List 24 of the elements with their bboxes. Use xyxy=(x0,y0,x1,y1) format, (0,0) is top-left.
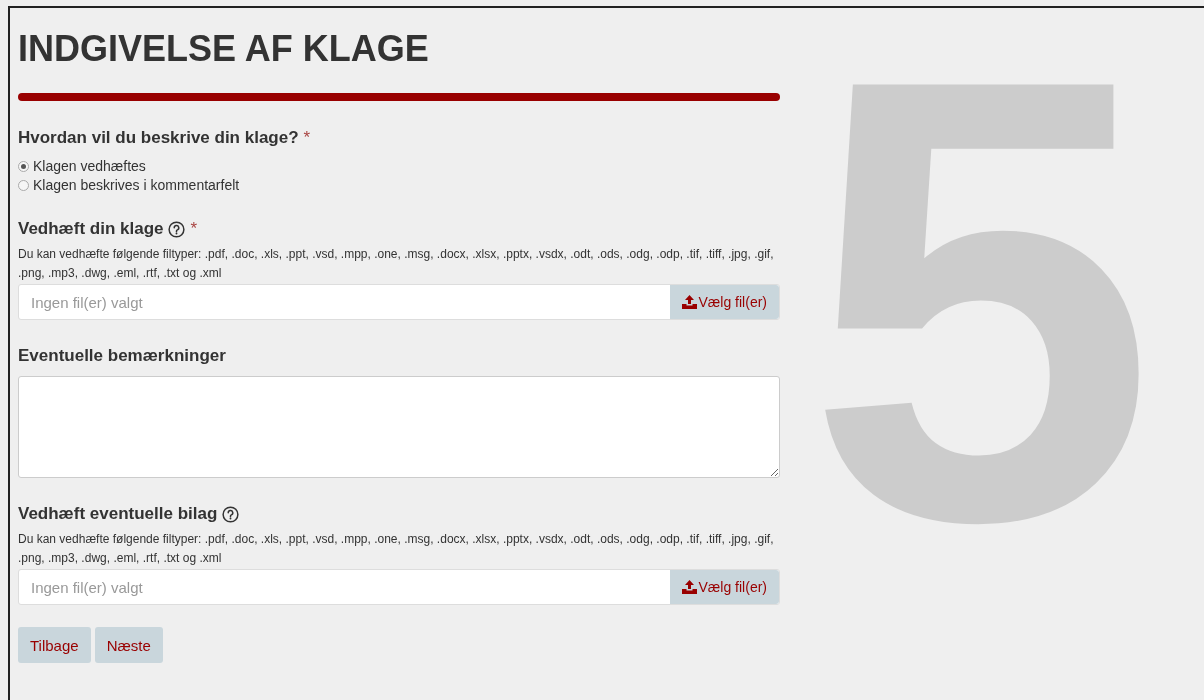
field-label: Vedhæft eventuelle bilag xyxy=(18,504,218,524)
required-mark: * xyxy=(190,219,198,239)
radio-label[interactable]: Klagen beskrives i kommentarfelt xyxy=(33,177,240,193)
required-mark: * xyxy=(303,128,311,148)
radio-button[interactable] xyxy=(18,160,29,172)
radio-button[interactable] xyxy=(18,179,29,191)
choose-files-button[interactable]: Vælg fil(er) xyxy=(669,285,779,319)
file-types-hint: Du kan vedhæfte følgende filtyper: .pdf, .doc, .xls, .ppt, .vsd, .mpp, .one, .msg, .docx, .xlsx, .pptx, .vsdx, .odt, .ods, .odg, .odp, .tif, .tiff, .jpg, .gif, .png, .mp3, .dwg, .eml, .rtf, .txt og .xml xyxy=(18,531,775,567)
choose-files-button[interactable]: Vælg fil(er) xyxy=(669,570,779,604)
file-types-hint: Du kan vedhæfte følgende filtyper: .pdf, .doc, .xls, .ppt, .vsd, .mpp, .one, .msg, .docx, .xlsx, .pptx, .vsdx, .odt, .ods, .odg, .odp, .tif, .tiff, .jpg, .gif, .png, .mp3, .dwg, .eml, .rtf, .txt og .xml xyxy=(18,246,775,282)
upload-icon xyxy=(681,580,697,594)
field-label: Hvordan vil du beskrive din klage? xyxy=(18,128,299,148)
radio-label[interactable]: Klagen vedhæftes xyxy=(33,158,146,174)
help-icon[interactable] xyxy=(222,505,240,523)
help-icon[interactable] xyxy=(168,220,186,238)
comments-field[interactable] xyxy=(18,376,780,478)
field-label: Vedhæft din klage xyxy=(18,219,164,239)
file-field[interactable]: Ingen fil(er) valgt Vælg fil(er) xyxy=(18,284,780,320)
upload-icon xyxy=(681,295,697,309)
file-field[interactable]: Ingen fil(er) valgt Vælg fil(er) xyxy=(18,569,780,605)
back-button[interactable]: Tilbage xyxy=(18,627,91,663)
page-title: INDGIVELSE AF KLAGE xyxy=(18,28,430,70)
field-label: Eventuelle bemærkninger xyxy=(18,346,226,366)
next-button[interactable]: Næste xyxy=(94,627,163,663)
